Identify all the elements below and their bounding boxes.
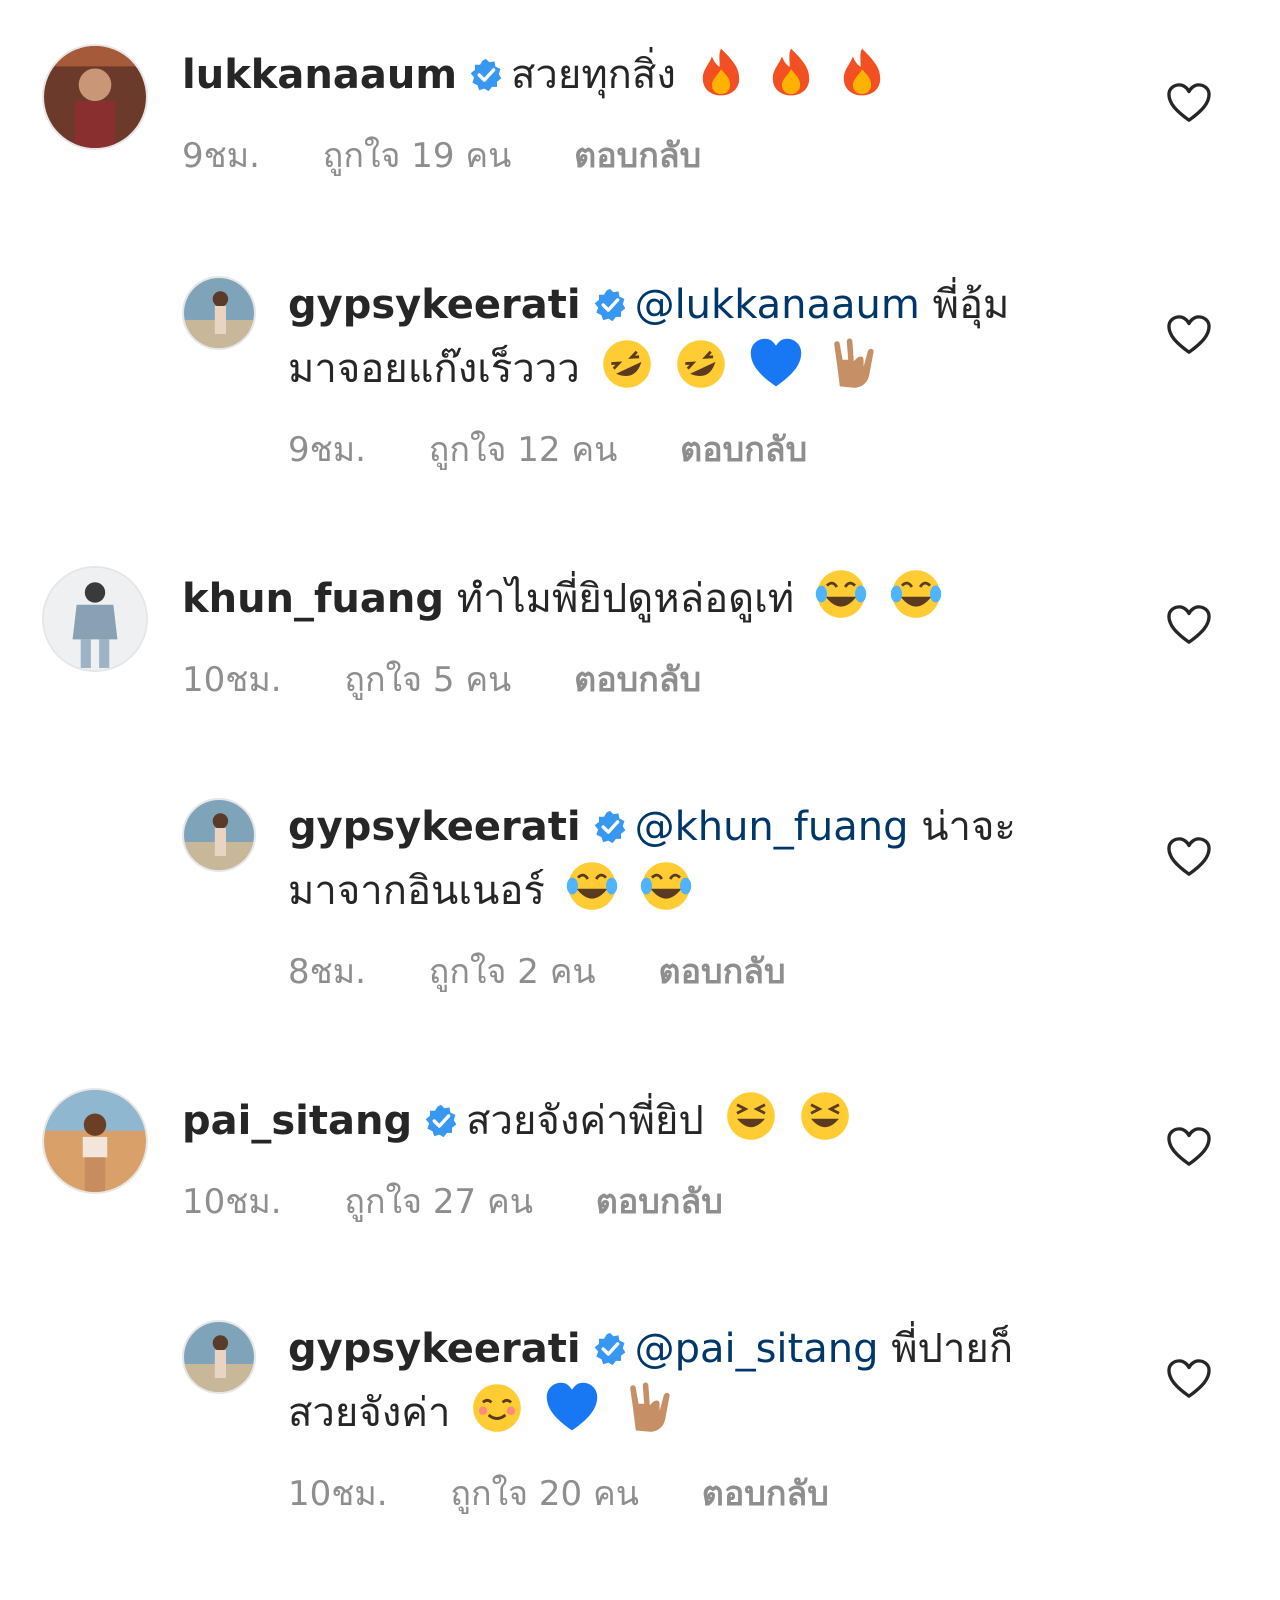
verified-badge-icon bbox=[594, 288, 625, 322]
username[interactable]: gypsykeerati bbox=[288, 1326, 581, 1372]
like-heart-icon[interactable] bbox=[1166, 1126, 1212, 1168]
avatar[interactable] bbox=[42, 566, 148, 672]
comment-body-line2: สวยจังค่า bbox=[288, 1390, 451, 1436]
avatar[interactable] bbox=[42, 1088, 148, 1194]
comment-body-line2: มาจากอินเนอร์ bbox=[288, 868, 545, 914]
fire-icon bbox=[765, 46, 817, 116]
username[interactable]: lukkanaaum bbox=[182, 52, 457, 98]
mention-link[interactable]: @pai_sitang bbox=[635, 1326, 879, 1372]
comment-meta: 10ชม. ถูกใจ 20 คน ตอบกลับ bbox=[288, 1466, 1088, 1520]
like-heart-icon[interactable] bbox=[1166, 836, 1212, 878]
reply-button[interactable]: ตอบกลับ bbox=[574, 136, 701, 176]
rock-hand-icon bbox=[619, 1380, 675, 1454]
comment-body-line2: มาจอยแก๊งเร็ววว bbox=[288, 346, 580, 392]
like-heart-icon[interactable] bbox=[1166, 604, 1212, 646]
like-heart-icon[interactable] bbox=[1166, 82, 1212, 124]
comment-time: 10ชม. bbox=[288, 1474, 388, 1514]
rock-hand-icon bbox=[823, 336, 879, 410]
avatar[interactable] bbox=[42, 44, 148, 150]
avatar[interactable] bbox=[182, 1320, 256, 1394]
mention-link[interactable]: @lukkanaaum bbox=[635, 282, 920, 328]
likes-count[interactable]: ถูกใจ 2 คน bbox=[429, 952, 596, 992]
verified-badge-icon bbox=[594, 810, 625, 844]
comment-text: gypsykeerati @pai_sitang พี่ปายก็ สวยจังค… bbox=[288, 1318, 1088, 1454]
likes-count[interactable]: ถูกใจ 27 คน bbox=[344, 1182, 533, 1222]
reply-button[interactable]: ตอบกลับ bbox=[702, 1474, 829, 1514]
joy-icon bbox=[564, 858, 620, 932]
comment-body: สวยทุกสิ่ง bbox=[511, 52, 676, 98]
reply-button[interactable]: ตอบกลับ bbox=[574, 660, 701, 700]
reply-button[interactable]: ตอบกลับ bbox=[659, 952, 786, 992]
rofl-icon bbox=[599, 336, 655, 410]
comment-text: gypsykeerati @khun_fuang น่าจะ มาจากอินเน… bbox=[288, 796, 1088, 932]
username[interactable]: gypsykeerati bbox=[288, 282, 581, 328]
comment-body: สวยจังค่าพี่ยิป bbox=[466, 1098, 704, 1144]
comment-text: lukkanaaum สวยทุกสิ่ง bbox=[182, 44, 1122, 116]
joy-icon bbox=[813, 566, 869, 640]
comment-body: พี่ปายก็ bbox=[891, 1326, 1014, 1372]
comment-time: 10ชม. bbox=[182, 660, 282, 700]
fire-icon bbox=[836, 46, 888, 116]
mention-link[interactable]: @khun_fuang bbox=[635, 804, 909, 850]
relaxed-icon bbox=[469, 1380, 525, 1454]
comment-text: gypsykeerati @lukkanaaum พี่อุ้ม มาจอยแก๊… bbox=[288, 274, 1088, 410]
avatar[interactable] bbox=[182, 276, 256, 350]
likes-count[interactable]: ถูกใจ 20 คน bbox=[450, 1474, 639, 1514]
comment-meta: 10ชม. ถูกใจ 5 คน ตอบกลับ bbox=[182, 652, 1122, 706]
reply-button[interactable]: ตอบกลับ bbox=[596, 1182, 723, 1222]
likes-count[interactable]: ถูกใจ 19 คน bbox=[323, 136, 512, 176]
comment-text: pai_sitang สวยจังค่าพี่ยิป bbox=[182, 1088, 1122, 1162]
blue-heart-icon bbox=[544, 1380, 600, 1454]
verified-badge-icon bbox=[425, 1104, 457, 1138]
like-heart-icon[interactable] bbox=[1166, 1358, 1212, 1400]
comment-time: 9ชม. bbox=[182, 136, 260, 176]
blue-heart-icon bbox=[748, 336, 804, 410]
like-heart-icon[interactable] bbox=[1166, 314, 1212, 356]
fire-icon bbox=[695, 46, 747, 116]
comment-meta: 9ชม. ถูกใจ 12 คน ตอบกลับ bbox=[288, 422, 1088, 476]
comment-meta: 10ชม. ถูกใจ 27 คน ตอบกลับ bbox=[182, 1174, 1122, 1228]
username[interactable]: pai_sitang bbox=[182, 1098, 412, 1144]
comment-body: น่าจะ bbox=[921, 804, 1016, 850]
verified-badge-icon bbox=[594, 1332, 625, 1366]
comment-time: 8ชม. bbox=[288, 952, 366, 992]
comment-meta: 8ชม. ถูกใจ 2 คน ตอบกลับ bbox=[288, 944, 1088, 998]
joy-icon bbox=[638, 858, 694, 932]
avatar[interactable] bbox=[182, 798, 256, 872]
comment-meta: 9ชม. ถูกใจ 19 คน ตอบกลับ bbox=[182, 128, 1122, 182]
joy-icon bbox=[888, 566, 944, 640]
username[interactable]: khun_fuang bbox=[182, 576, 444, 622]
comments-list: lukkanaaum สวยทุกสิ่ง 9ชม. ถูกใจ 19 คน ตอ… bbox=[0, 0, 1280, 1600]
comment-text: khun_fuang ทำไมพี่ยิปดูหล่อดูเท่ bbox=[182, 566, 1122, 640]
comment-body: พี่อุ้ม bbox=[932, 282, 1010, 328]
verified-badge-icon bbox=[470, 58, 502, 92]
likes-count[interactable]: ถูกใจ 5 คน bbox=[344, 660, 511, 700]
comment-time: 9ชม. bbox=[288, 430, 366, 470]
likes-count[interactable]: ถูกใจ 12 คน bbox=[429, 430, 618, 470]
comment-time: 10ชม. bbox=[182, 1182, 282, 1222]
comment-body: ทำไมพี่ยิปดูหล่อดูเท่ bbox=[456, 576, 795, 622]
username[interactable]: gypsykeerati bbox=[288, 804, 581, 850]
reply-button[interactable]: ตอบกลับ bbox=[680, 430, 807, 470]
laughing-icon bbox=[723, 1088, 779, 1162]
rofl-icon bbox=[673, 336, 729, 410]
laughing-icon bbox=[797, 1088, 853, 1162]
